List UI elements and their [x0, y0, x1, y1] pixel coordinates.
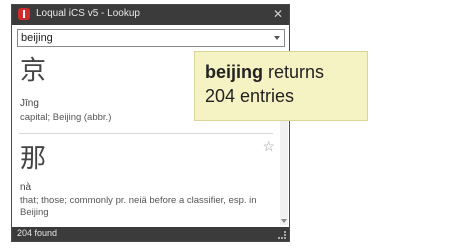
dropdown-arrow-icon[interactable]: [274, 36, 280, 40]
entry-definition: that; those; commonly pr. neiä before a …: [20, 195, 257, 218]
resize-grip-icon[interactable]: [278, 231, 286, 239]
scroll-down-icon[interactable]: [281, 219, 287, 223]
title-bar[interactable]: Loqual iCS v5 - Lookup ✕: [12, 5, 289, 25]
star-icon[interactable]: ☆: [262, 138, 275, 155]
result-entry[interactable]: 那 ☆ nà that; those; commonly pr. neiä be…: [17, 138, 275, 226]
entry-hanzi: 京: [20, 56, 47, 86]
app-icon: [18, 8, 30, 20]
entry-divider: [19, 133, 273, 134]
close-icon[interactable]: ✕: [273, 7, 283, 21]
window-title: Loqual iCS v5 - Lookup: [36, 8, 140, 19]
callout-keyword: beijing: [205, 62, 263, 82]
entry-definition: capital; Beijing (abbr.): [20, 112, 112, 123]
results-count: 204 found: [17, 228, 58, 238]
entry-pinyin: nà: [20, 182, 32, 193]
search-box[interactable]: [17, 29, 285, 47]
entry-pinyin: Jīng: [20, 98, 39, 109]
callout-note: beijing returns 204 entries: [194, 51, 368, 121]
lookup-window: Loqual iCS v5 - Lookup ✕ 京 Jīng capital;…: [11, 4, 290, 242]
status-bar: 204 found: [12, 227, 289, 241]
search-input[interactable]: [21, 31, 261, 45]
entry-hanzi: 那: [20, 144, 47, 174]
